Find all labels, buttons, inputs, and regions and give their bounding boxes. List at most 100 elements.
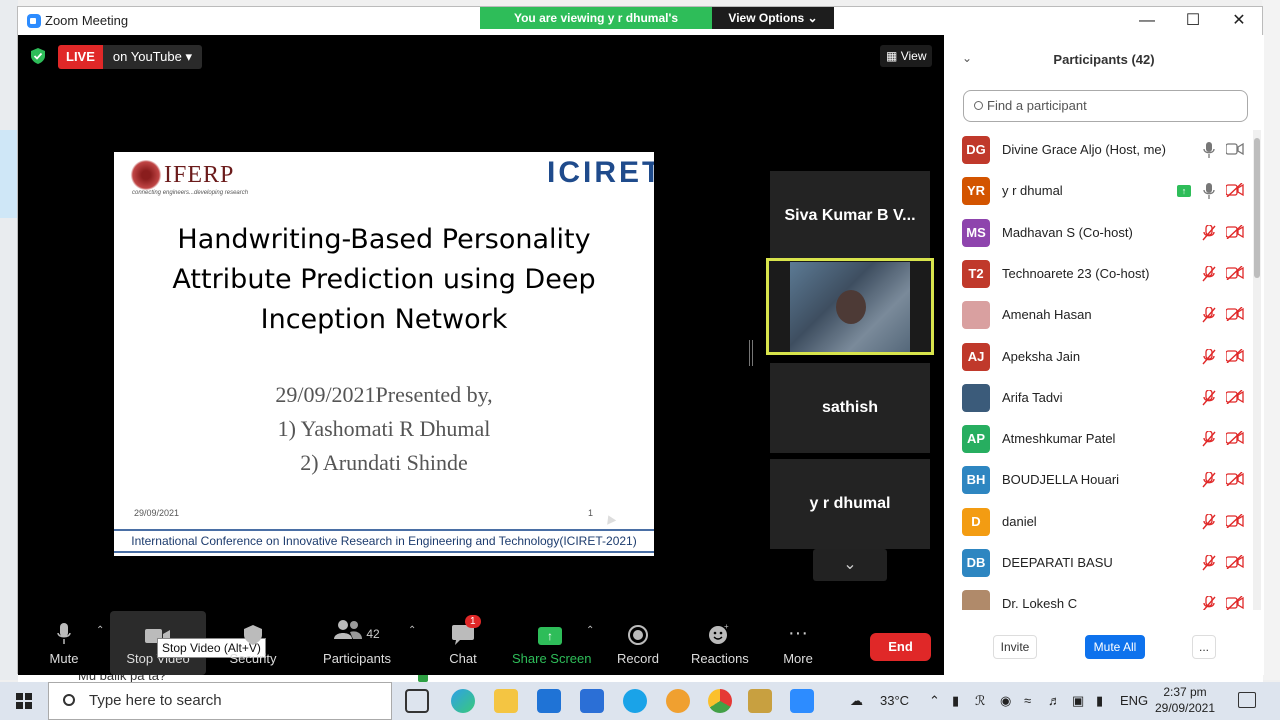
clock-date: 29/09/2021 [1154, 701, 1216, 715]
invite-button[interactable]: Invite [993, 635, 1037, 659]
maximize-button[interactable]: ☐ [1170, 7, 1216, 35]
participants-options-caret[interactable]: ⌃ [402, 611, 416, 675]
language-indicator[interactable]: ENG [1120, 682, 1148, 720]
weather-icon[interactable]: ☁ [850, 682, 863, 720]
presented-line: 2) Arundati Shinde [300, 450, 468, 475]
share-screen-button[interactable]: ↑ Share Screen [512, 611, 592, 675]
app-icon[interactable] [666, 689, 690, 713]
participant-row[interactable]: YR y r dhumal ↑ [944, 171, 1254, 212]
microphone-icon[interactable] [1202, 142, 1215, 158]
slide-title: Handwriting-Based Personality Attribute … [144, 220, 624, 340]
video-off-icon[interactable] [1225, 389, 1244, 406]
task-view-icon[interactable] [405, 689, 429, 713]
participant-row[interactable]: AP Atmeshkumar Patel [944, 419, 1254, 460]
skype-icon[interactable] [623, 689, 647, 713]
participant-row[interactable]: DG Divine Grace Aljo (Host, me) [944, 130, 1254, 171]
chrome-icon[interactable] [708, 689, 732, 713]
participant-row[interactable]: AJ Apeksha Jain [944, 337, 1254, 378]
video-tile[interactable]: sathish [770, 363, 930, 453]
end-meeting-button[interactable]: End [870, 633, 931, 661]
video-off-icon[interactable] [1225, 430, 1244, 447]
view-button[interactable]: ▦ View [880, 45, 933, 67]
participant-row[interactable]: Amenah Hasan [944, 295, 1254, 336]
show-hidden-icons-icon[interactable]: ⌃ [929, 682, 940, 720]
muted-microphone-icon[interactable] [1202, 471, 1216, 488]
desktop-background-left [0, 0, 18, 680]
microphone-icon[interactable] [1202, 183, 1215, 200]
muted-microphone-icon[interactable] [1202, 513, 1216, 530]
live-indicator[interactable]: LIVE on YouTube ▾ [58, 45, 202, 69]
participant-search-input[interactable]: Find a participant [963, 90, 1248, 122]
live-target-dropdown[interactable]: on YouTube ▾ [102, 45, 202, 69]
participant-row[interactable]: Arifa Tadvi [944, 378, 1254, 419]
volume-icon[interactable]: ♬ [1048, 682, 1061, 720]
muted-microphone-icon[interactable] [1202, 554, 1216, 571]
video-off-icon[interactable] [1225, 347, 1244, 365]
muted-microphone-icon[interactable] [1202, 389, 1216, 406]
video-off-icon[interactable] [1225, 471, 1244, 488]
video-off-icon[interactable] [1225, 265, 1244, 282]
participants-scrollbar[interactable] [1253, 130, 1261, 610]
panel-resize-handle[interactable] [749, 340, 753, 366]
participant-row[interactable]: Dr. Lokesh C [944, 584, 1254, 610]
dropbox-icon[interactable] [580, 689, 604, 713]
taskbar-clock[interactable]: 2:37 pm 29/09/2021 [1150, 684, 1220, 716]
video-tile-active-speaker[interactable] [766, 258, 934, 355]
reactions-button[interactable]: + Reactions [691, 611, 749, 675]
muted-microphone-icon[interactable] [1202, 265, 1216, 282]
record-button[interactable]: Record [615, 611, 661, 675]
presented-line: 1) Yashomati R Dhumal [277, 416, 491, 441]
video-camera-icon[interactable] [1225, 142, 1244, 158]
video-off-icon[interactable] [1225, 306, 1244, 323]
network-icon[interactable]: ◉ [1000, 682, 1011, 720]
display-icon[interactable]: ▣ [1072, 682, 1084, 720]
participant-row[interactable]: T2 Technoarete 23 (Co-host) [944, 254, 1254, 295]
next-tiles-button[interactable]: ⌄ [813, 549, 887, 581]
battery-icon[interactable]: ▮ [1096, 682, 1103, 720]
avatar [962, 590, 990, 610]
minimize-button[interactable]: — [1124, 7, 1170, 35]
file-explorer-icon[interactable] [494, 689, 518, 713]
panel-more-button[interactable]: ... [1192, 635, 1216, 659]
participant-row[interactable]: MS Madhavan S (Co-host) [944, 213, 1254, 254]
grid-icon: ▦ [886, 49, 898, 63]
chat-button[interactable]: 1 Chat [443, 611, 483, 675]
mute-all-button[interactable]: Mute All [1085, 635, 1145, 659]
mail-icon[interactable] [537, 689, 561, 713]
participants-button[interactable]: 42 Participants [321, 611, 393, 675]
video-off-icon[interactable] [1225, 224, 1244, 241]
video-off-icon[interactable] [1225, 595, 1244, 610]
edge-browser-icon[interactable] [451, 689, 475, 713]
bluetooth-icon[interactable]: ℛ [975, 682, 985, 720]
participant-row[interactable]: BH BOUDJELLA Houari [944, 460, 1254, 501]
wifi-icon[interactable]: ≈ [1024, 682, 1031, 720]
video-off-icon[interactable] [1225, 513, 1244, 530]
video-tile[interactable]: y r dhumal [770, 459, 930, 549]
start-button[interactable] [0, 682, 48, 720]
participant-row[interactable]: DB DEEPARATI BASU [944, 543, 1254, 584]
shield-icon[interactable] [31, 48, 45, 64]
audio-options-caret[interactable]: ⌃ [90, 611, 104, 675]
microphone-tray-icon[interactable]: ▮ [952, 682, 959, 720]
participants-panel-title: Participants (42) [1053, 52, 1155, 67]
security-button[interactable]: Security [225, 611, 281, 675]
muted-microphone-icon[interactable] [1202, 430, 1216, 447]
muted-microphone-icon[interactable] [1202, 306, 1216, 323]
zoom-taskbar-icon[interactable] [790, 689, 814, 713]
muted-microphone-icon[interactable] [1202, 223, 1216, 241]
weather-temperature[interactable]: 33°C [880, 682, 909, 720]
video-off-icon[interactable] [1225, 182, 1244, 199]
taskbar-search-input[interactable]: Type here to search [48, 682, 392, 720]
app-icon[interactable] [748, 689, 772, 713]
view-options-button[interactable]: View Options ⌄ [712, 7, 834, 29]
video-off-icon[interactable] [1225, 554, 1244, 571]
muted-microphone-icon[interactable] [1202, 595, 1216, 610]
share-options-caret[interactable]: ⌃ [580, 611, 594, 675]
video-tile[interactable]: Siva Kumar B V... [770, 171, 930, 261]
notification-center-icon[interactable] [1238, 692, 1256, 708]
muted-microphone-icon[interactable] [1202, 347, 1216, 365]
more-button[interactable]: ··· More [780, 611, 816, 675]
close-button[interactable]: ✕ [1216, 7, 1262, 35]
participant-row[interactable]: Ddaniel [944, 502, 1254, 543]
mute-button[interactable]: Mute [44, 611, 84, 675]
